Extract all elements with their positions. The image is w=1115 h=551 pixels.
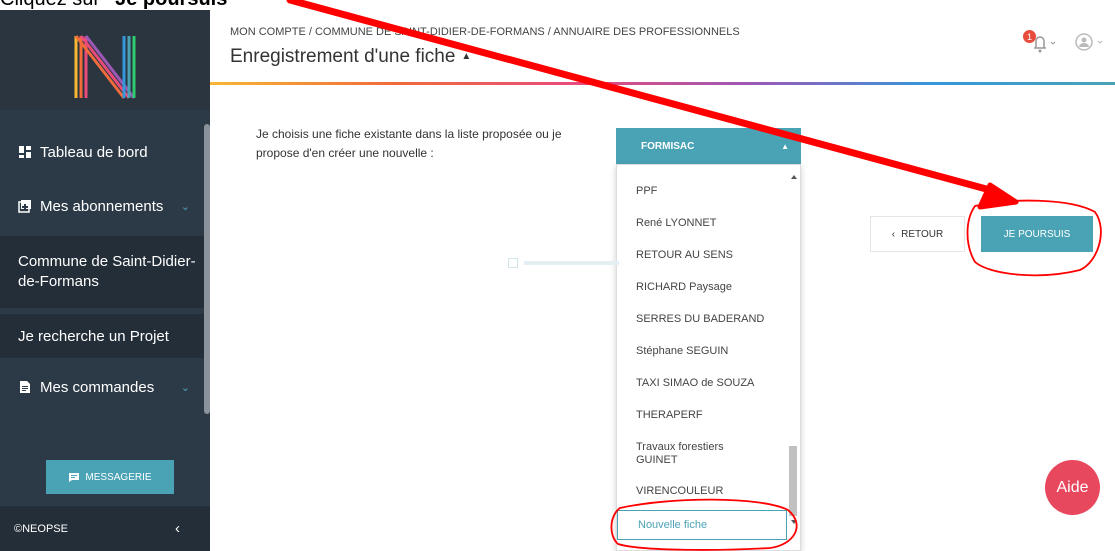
dropdown-option[interactable]: TAXI SIMAO de SOUZA xyxy=(636,377,786,390)
dropdown-scrollbar-thumb[interactable] xyxy=(789,446,797,516)
caret-up-icon: ▲ xyxy=(781,141,789,151)
sidebar-item-label: Mes commandes xyxy=(40,378,155,396)
subscriptions-icon xyxy=(18,199,32,213)
sidebar-item-je-recherche-un-projet[interactable]: Je recherche un Projet xyxy=(0,314,204,358)
page-title[interactable]: Enregistrement d'une fiche ▲ xyxy=(230,46,471,68)
chat-icon xyxy=(69,472,80,482)
sidebar-item-label: Je recherche un Projet xyxy=(18,327,169,345)
dropdown-option[interactable]: SERRES DU BADERAND xyxy=(636,313,786,326)
chevron-left-icon: ‹ xyxy=(891,228,896,240)
dropdown-option[interactable]: René LYONNET xyxy=(636,217,786,230)
footer-label: ©NEOPSE xyxy=(14,522,68,535)
chevron-left-icon[interactable]: ‹ xyxy=(175,520,180,537)
dashboard-icon xyxy=(18,145,32,159)
page-title-text: Enregistrement d'une fiche xyxy=(230,46,456,67)
notification-badge: 1 xyxy=(1023,30,1036,43)
dropdown-option[interactable]: VIRENCOULEUR xyxy=(636,485,786,498)
sidebar-scrollbar[interactable] xyxy=(204,124,210,414)
dropdown-option[interactable]: Travaux forestiers GUINET xyxy=(636,441,756,467)
neopse-logo-icon[interactable] xyxy=(70,32,140,102)
messagerie-label: MESSAGERIE xyxy=(85,471,152,483)
sidebar-item-mes-abonnements[interactable]: Mes abonnements ⌄ xyxy=(0,186,204,226)
sidebar-item-label: Commune de Saint-Didier-de-Formans xyxy=(18,253,196,290)
dropdown-option[interactable]: RICHARD Paysage xyxy=(636,281,786,294)
dropdown-option[interactable]: RETOUR AU SENS xyxy=(636,249,786,262)
dropdown-option[interactable]: Stéphane SEGUIN xyxy=(636,345,786,358)
instruction-caption: Cliquez sur "Je poursuis" xyxy=(0,0,237,12)
caret-up-icon: ▲ xyxy=(461,51,472,63)
retour-button[interactable]: ‹ RETOUR xyxy=(870,216,965,252)
sidebar-item-commune[interactable]: Commune de Saint-Didier-de-Formans xyxy=(0,236,204,308)
poursuis-label: JE POURSUIS xyxy=(1003,228,1071,240)
chevron-down-icon: ⌄ xyxy=(180,381,190,394)
caption-bold: "Je poursuis" xyxy=(106,0,237,10)
dropdown-option-nouvelle-fiche[interactable]: Nouvelle fiche xyxy=(617,510,787,540)
question-label: Je choisis une fiche existante dans la l… xyxy=(256,127,562,160)
messagerie-button[interactable]: MESSAGERIE xyxy=(46,460,174,494)
sidebar-footer: ©NEOPSE ‹ xyxy=(0,506,210,551)
breadcrumb[interactable]: MON COMPTE / COMMUNE DE SAINT-DIDIER-DE-… xyxy=(230,26,740,38)
header-divider xyxy=(210,82,1115,85)
caption-prefix: Cliquez sur xyxy=(0,0,106,10)
document-icon xyxy=(18,380,32,394)
sidebar-item-label: Mes abonnements xyxy=(40,197,164,215)
sidebar-item-mes-commandes[interactable]: Mes commandes ⌄ xyxy=(0,367,204,407)
sidebar-item-tableau-de-bord[interactable]: Tableau de bord xyxy=(0,132,204,172)
sidebar-item-label: Tableau de bord xyxy=(40,143,148,161)
new-option-label: Nouvelle fiche xyxy=(638,519,708,531)
dropdown-option[interactable]: THERAPERF xyxy=(636,409,786,422)
chevron-down-icon: ⌄ xyxy=(180,200,190,213)
retour-label: RETOUR xyxy=(901,228,944,240)
user-icon[interactable] xyxy=(1072,32,1112,52)
selected-value: FORMISAC xyxy=(641,140,695,152)
logo-area xyxy=(0,10,210,110)
faint-element xyxy=(508,257,619,268)
aide-label: Aide xyxy=(1056,478,1089,496)
dropdown-option[interactable]: PPF xyxy=(636,185,786,198)
fiche-select[interactable]: FORMISAC ▲ xyxy=(616,128,801,164)
aide-button[interactable]: Aide xyxy=(1045,460,1100,515)
sidebar: Tableau de bord Mes abonnements ⌄ Commun… xyxy=(0,10,210,551)
je-poursuis-button[interactable]: JE POURSUIS xyxy=(981,216,1093,252)
